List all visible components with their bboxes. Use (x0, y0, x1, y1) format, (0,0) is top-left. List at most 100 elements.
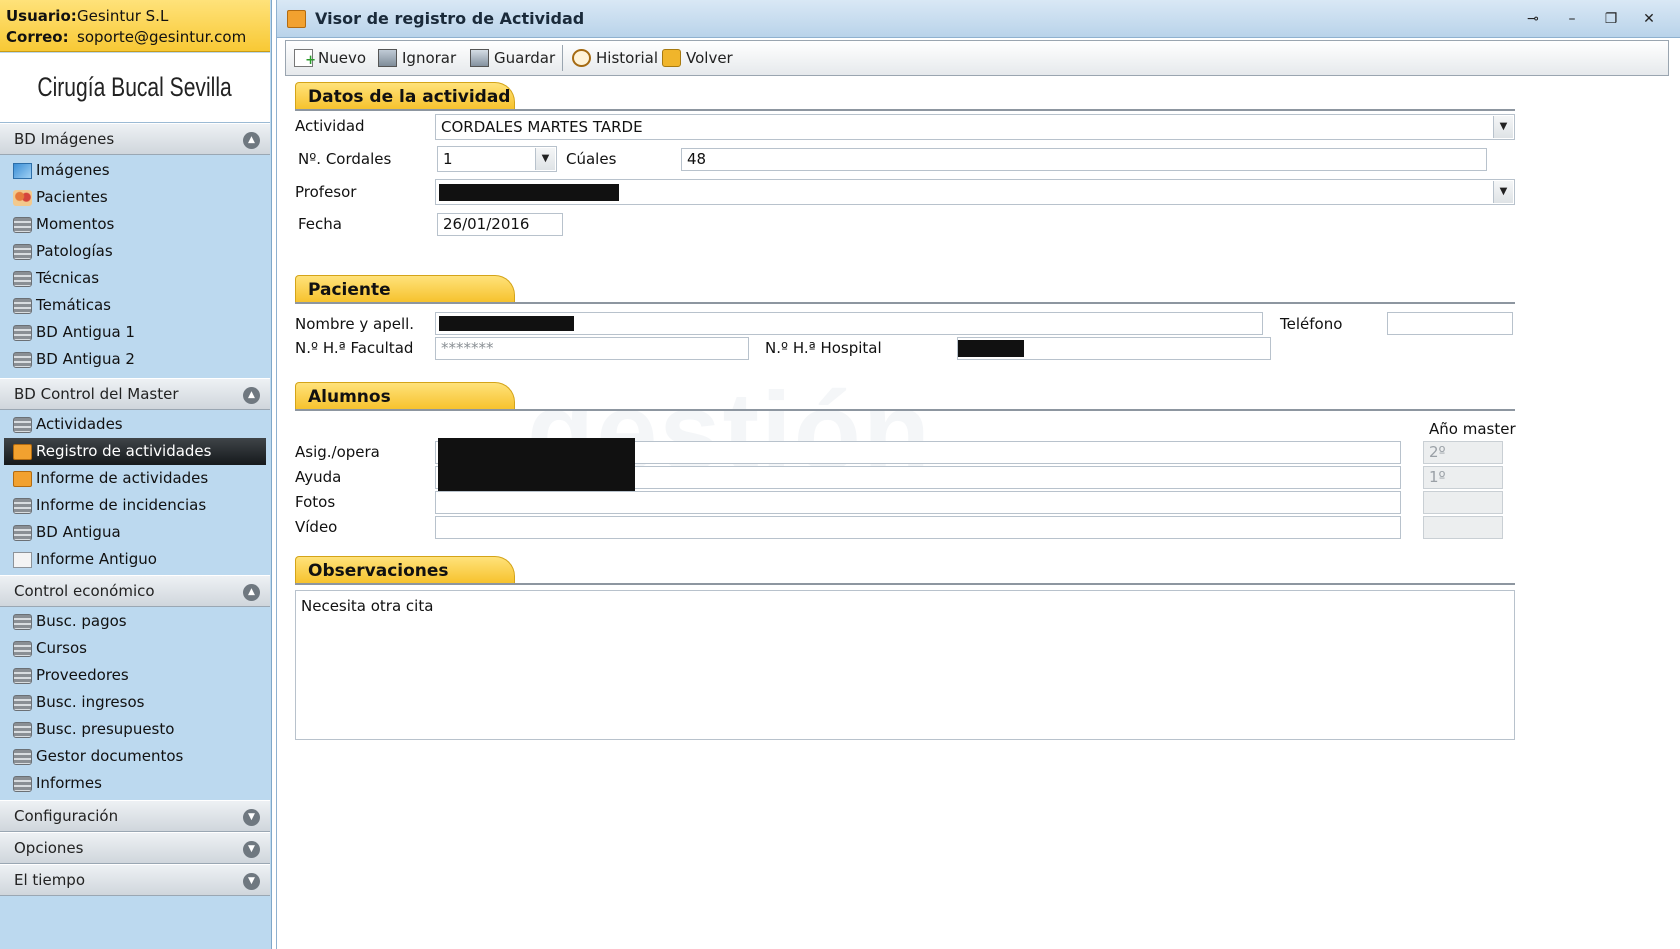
fecha-input[interactable]: 26/01/2016 (437, 213, 563, 236)
sidebar-item-tematicas[interactable]: Temáticas (4, 292, 266, 319)
sidebar-item-gestor-documentos[interactable]: Gestor documentos (4, 743, 266, 770)
cuales-label: Cúales (566, 150, 617, 168)
sidebar-item-label: Busc. pagos (36, 612, 127, 630)
sidebar-item-busc-ingresos[interactable]: Busc. ingresos (4, 689, 266, 716)
image-icon (13, 163, 32, 179)
save-button-label: Guardar (494, 49, 556, 67)
sidebar-item-informe-antiguo[interactable]: Informe Antiguo (4, 546, 266, 573)
nombre-input[interactable] (435, 312, 1263, 335)
facultad-label: N.º H.ª Facultad (295, 339, 414, 357)
expand-icon[interactable]: ▼ (243, 809, 260, 826)
sidebar-item-label: Temáticas (36, 296, 111, 314)
sidebar-item-bd-antigua-2[interactable]: BD Antigua 2 (4, 346, 266, 373)
database-icon (13, 614, 32, 630)
sidebar-item-tecnicas[interactable]: Técnicas (4, 265, 266, 292)
fotos-input[interactable] (435, 491, 1401, 514)
fecha-label: Fecha (298, 215, 342, 233)
toolbar-separator (562, 45, 563, 71)
dropdown-arrow-icon[interactable]: ▼ (1493, 116, 1513, 138)
observations-textarea[interactable]: Necesita otra cita (295, 590, 1515, 740)
sidebar-item-imagenes[interactable]: Imágenes (4, 157, 266, 184)
fotos-year-field (1423, 491, 1503, 514)
telefono-input[interactable] (1387, 312, 1513, 335)
sidebar-item-registro-actividades[interactable]: Registro de actividades (4, 438, 266, 465)
sidebar-item-patologias[interactable]: Patologías (4, 238, 266, 265)
observations-value: Necesita otra cita (301, 597, 434, 615)
expand-icon[interactable]: ▼ (243, 873, 260, 890)
sidebar-item-label: Informe Antiguo (36, 550, 157, 568)
sidebar-group-control-economico[interactable]: Control económico ▲ (0, 575, 270, 607)
cordales-label: Nº. Cordales (298, 150, 392, 168)
cuales-input[interactable]: 48 (681, 148, 1487, 171)
sidebar-item-label: Imágenes (36, 161, 110, 179)
sidebar-item-busc-pagos[interactable]: Busc. pagos (4, 608, 266, 635)
sidebar-item-busc-presupuesto[interactable]: Busc. presupuesto (4, 716, 266, 743)
fecha-value: 26/01/2016 (443, 215, 530, 233)
sidebar-item-label: Proveedores (36, 666, 129, 684)
sidebar-group-bd-imagenes[interactable]: BD Imágenes ▲ (0, 123, 270, 155)
asig-label: Asig./opera (295, 443, 380, 461)
section-divider (295, 302, 1515, 304)
form-content: gestión Datos de la actividad Actividad … (277, 78, 1680, 949)
minimize-icon[interactable]: – (1562, 9, 1582, 29)
collapse-icon[interactable]: ▲ (243, 584, 260, 601)
sidebar-item-label: BD Antigua (36, 523, 121, 541)
restore-icon[interactable]: ❐ (1601, 9, 1621, 29)
pin-icon[interactable]: ⊸ (1523, 9, 1543, 29)
close-icon[interactable]: ✕ (1639, 9, 1659, 29)
user-label: Usuario: (6, 7, 77, 25)
database-icon (13, 325, 32, 341)
activity-select[interactable]: CORDALES MARTES TARDE ▼ (435, 114, 1515, 140)
window-title: Visor de registro de Actividad (315, 9, 585, 28)
history-button[interactable]: Historial (568, 41, 658, 75)
section-patient: Paciente (295, 275, 515, 303)
mail-label: Correo: (6, 28, 69, 46)
database-icon (13, 641, 32, 657)
facultad-value: ******* (441, 339, 494, 357)
sidebar-item-informe-actividades[interactable]: Informe de actividades (4, 465, 266, 492)
section-divider (295, 409, 1515, 411)
sidebar-group-label: Opciones (14, 839, 84, 857)
dropdown-arrow-icon[interactable]: ▼ (535, 148, 555, 170)
ayuda-year-field: 1º (1423, 466, 1503, 489)
ignore-button-label: Ignorar (402, 49, 457, 67)
database-icon (13, 776, 32, 792)
clock-icon (572, 49, 591, 67)
history-button-label: Historial (596, 49, 659, 67)
sidebar-item-label: Actividades (36, 415, 123, 433)
sidebar-item-informes[interactable]: Informes (4, 770, 266, 797)
sidebar-group-el-tiempo[interactable]: El tiempo ▼ (0, 864, 270, 896)
cordales-select[interactable]: 1 ▼ (437, 146, 557, 172)
ignore-button[interactable]: Ignorar (374, 41, 456, 75)
sidebar-item-label: Informes (36, 774, 102, 792)
sidebar-group-label: Control económico (14, 582, 155, 600)
sidebar-group-configuracion[interactable]: Configuración ▼ (0, 800, 270, 832)
sidebar-item-label: Pacientes (36, 188, 108, 206)
sidebar-item-pacientes[interactable]: Pacientes (4, 184, 266, 211)
sidebar-item-bd-antigua[interactable]: BD Antigua (4, 519, 266, 546)
mail-value: soporte@gesintur.com (77, 28, 247, 46)
video-input[interactable] (435, 516, 1401, 539)
clinic-title-text: Cirugía Bucal Sevilla (37, 72, 233, 102)
new-button[interactable]: Nuevo (290, 41, 366, 78)
collapse-icon[interactable]: ▲ (243, 387, 260, 404)
expand-icon[interactable]: ▼ (243, 841, 260, 858)
sidebar-item-bd-antigua-1[interactable]: BD Antigua 1 (4, 319, 266, 346)
sidebar-group-bd-control-master[interactable]: BD Control del Master ▲ (0, 378, 270, 410)
dropdown-arrow-icon[interactable]: ▼ (1493, 181, 1513, 203)
sidebar-item-label: Busc. ingresos (36, 693, 145, 711)
profesor-select[interactable]: ▼ (435, 179, 1515, 205)
collapse-icon[interactable]: ▲ (243, 132, 260, 149)
sidebar-item-cursos[interactable]: Cursos (4, 635, 266, 662)
sidebar-item-actividades[interactable]: Actividades (4, 411, 266, 438)
save-button[interactable]: Guardar (466, 41, 555, 75)
sidebar-group-opciones[interactable]: Opciones ▼ (0, 832, 270, 864)
back-button-label: Volver (686, 49, 733, 67)
sidebar-item-momentos[interactable]: Momentos (4, 211, 266, 238)
facultad-input[interactable]: ******* (435, 337, 749, 360)
back-button[interactable]: Volver (658, 41, 733, 75)
sidebar-item-informe-incidencias[interactable]: Informe de incidencias (4, 492, 266, 519)
hospital-input[interactable] (957, 337, 1271, 360)
sidebar-item-proveedores[interactable]: Proveedores (4, 662, 266, 689)
anio-master-label: Año master (1429, 420, 1516, 438)
